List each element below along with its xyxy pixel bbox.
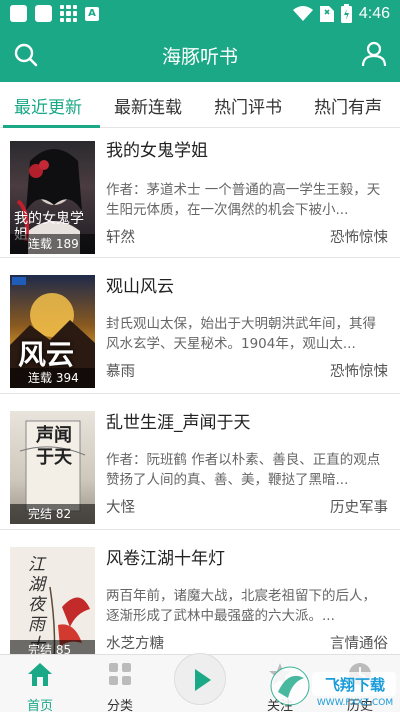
wifi-icon [292,5,313,21]
book-description: 封氏观山太保，始出于大明朝洪武年间，其得风水玄学、天星秘术。1904年，观山太.… [106,316,376,352]
book-cover: 风云 连载 394 [10,275,95,388]
watermark-logo: 飞翔下载 WWW.FXXZ.COM [266,660,400,712]
book-category: 言情通俗 [330,636,388,652]
a-badge-icon: A [85,6,99,21]
watermark-text: 飞翔下载 [324,676,385,694]
book-category: 恐怖惊悚 [330,364,388,380]
status-badge: 完结 85 [10,640,95,654]
status-badge: 连载 394 [10,368,95,388]
book-cover: 江湖夜雨十年灯 完结 85 [10,547,95,654]
book-description: 作者：阮班鹤 作者以朴素、善良、正直的观点赞扬了人间的真、善、美，鞭挞了黑暗..… [106,452,381,488]
battery-charging-icon [340,4,352,23]
book-category: 恐怖惊悚 [330,230,388,246]
tab-hot-audio[interactable]: 热门有声 [314,93,382,118]
list-item[interactable]: 江湖夜雨十年灯 完结 85 风卷江湖十年灯 两百年前，诸魔大战，北宸老祖留下的后… [0,530,400,654]
book-author: 轩然 [106,230,135,246]
clock: 4:46 [358,4,390,22]
tab-hot-storytelling[interactable]: 热门评书 [214,93,282,118]
book-description: 两百年前，诸魔大战，北宸老祖留下的后人，逐渐形成了武林中最强盛的六大派。... [106,588,376,624]
user-button[interactable] [360,40,388,68]
nav-category[interactable]: 分类 [90,661,150,712]
book-list: 我的女鬼学姐 连载 189 我的女鬼学姐 作者：茅道术士 一个普通的高一学生王毅… [0,128,400,654]
book-description: 作者：茅道术士 一个普通的高一学生王毅，天生阳元体质，在一次偶然的机会下被小..… [106,182,381,218]
book-author: 大怪 [106,500,135,516]
book-cover: 我的女鬼学姐 连载 189 [10,141,95,254]
home-icon [28,663,52,686]
list-item[interactable]: 声闻于天 完结 82 乱世生涯_声闻于天 作者：阮班鹤 作者以朴素、善良、正直的… [0,394,400,530]
app-bar: 海豚听书 [0,28,400,82]
user-icon [361,41,387,67]
book-title: 风卷江湖十年灯 [106,549,225,569]
nav-category-label: 分类 [106,699,133,712]
play-button[interactable] [174,653,226,705]
tab-new-serials[interactable]: 最新连载 [114,93,182,118]
book-title: 我的女鬼学姐 [106,141,208,161]
category-icon [109,663,131,685]
book-author: 水芝方糖 [106,636,164,652]
book-author: 慕雨 [106,364,135,380]
watermark-url: WWW.FXXZ.COM [316,698,394,708]
no-sim-icon [319,5,334,22]
nav-home[interactable]: 首页 [10,661,70,712]
book-cover: 声闻于天 完结 82 [10,411,95,524]
cover-title: 风云 [18,338,75,371]
status-badge: 完结 82 [10,504,95,524]
list-item[interactable]: 风云 连载 394 观山风云 封氏观山太保，始出于大明朝洪武年间，其得风水玄学、… [0,258,400,394]
status-badge: 连载 189 [10,234,95,254]
nav-home-label: 首页 [26,699,53,712]
book-title: 乱世生涯_声闻于天 [106,413,251,433]
status-bar: A 4:46 [0,0,400,28]
book-category: 历史军事 [330,500,388,516]
list-item[interactable]: 我的女鬼学姐 连载 189 我的女鬼学姐 作者：茅道术士 一个普通的高一学生王毅… [0,128,400,258]
cover-title: 声闻于天 [36,425,72,468]
grid-icon [60,5,77,22]
play-icon [195,669,211,691]
book-title: 观山风云 [106,277,174,297]
tab-recent-updates[interactable]: 最近更新 [14,93,82,118]
tab-bar: 最近更新 最新连载 热门评书 热门有声 [0,82,400,128]
notification-square-icon [35,5,52,22]
notification-square-icon [10,5,27,22]
page-title: 海豚听书 [161,46,238,68]
